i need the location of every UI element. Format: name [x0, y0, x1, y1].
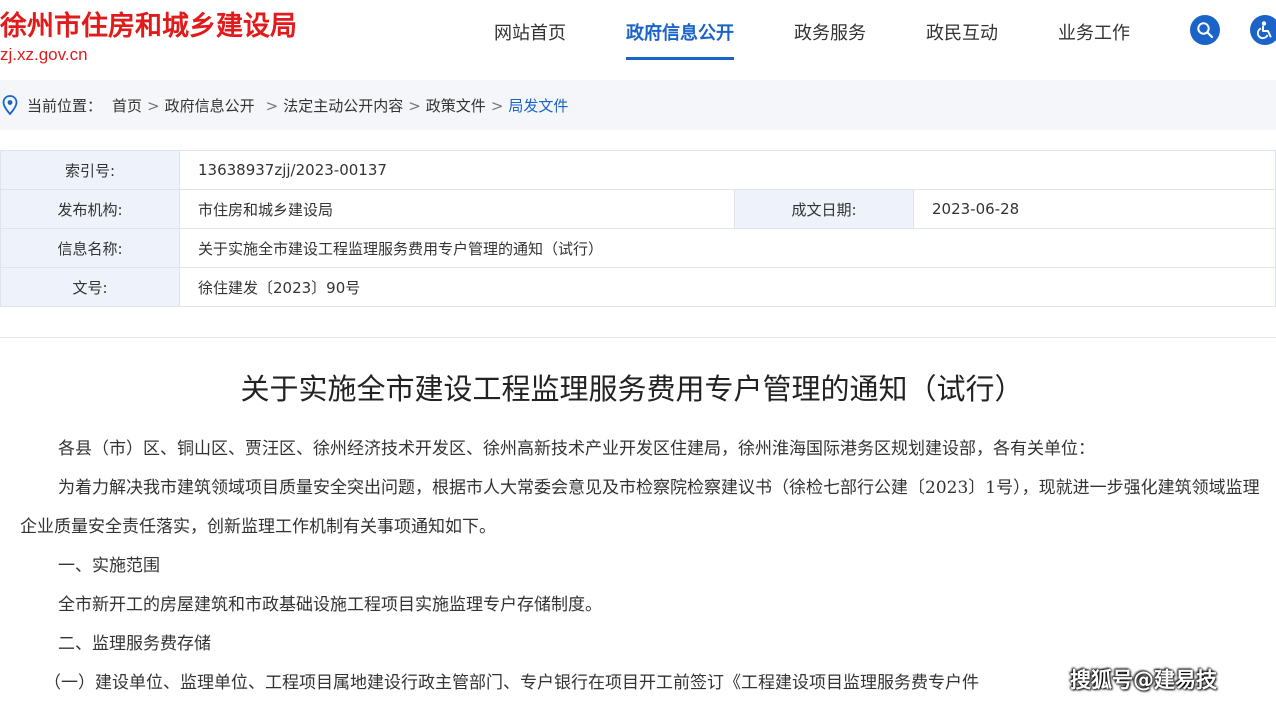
breadcrumb: 当前位置： 首页 > 政府信息公开 > 法定主动公开内容 > 政策文件 > 局发文件	[0, 80, 1276, 130]
nav-services[interactable]: 政务服务	[794, 19, 866, 45]
breadcrumb-legal-disclosure[interactable]: 法定主动公开内容	[283, 97, 403, 115]
accessibility-button[interactable]	[1250, 15, 1276, 45]
date-value: 2023-06-28	[913, 189, 1276, 229]
index-value: 13638937zjj/2023-00137	[179, 150, 1276, 190]
article-paragraph: 二、监理服务费存储	[58, 634, 211, 654]
article-paragraph: 一、实施范围	[58, 556, 160, 576]
breadcrumb-separator: >	[408, 97, 421, 115]
breadcrumb-prefix: 当前位置：	[27, 97, 103, 115]
search-icon	[1197, 22, 1214, 39]
article-paragraph-text: （一）建设单位、监理单位、工程项目属地建设行政主管部门、专户银行在项目开工前签订…	[44, 673, 962, 693]
article-body: 各县（市）区、铜山区、贾汪区、徐州经济技术开发区、徐州高新技术产业开发区住建局，…	[20, 430, 1260, 703]
table-row: 发布机构: 市住房和城乡建设局 成文日期: 2023-06-28	[0, 189, 1276, 229]
article-paragraph-tail: 件	[962, 673, 979, 693]
breadcrumb-home[interactable]: 首页	[112, 97, 142, 115]
breadcrumb-separator: >	[265, 97, 279, 115]
site-header: 徐州市住房和城乡建设局 zj.xz.gov.cn 网站首页 政府信息公开 政务服…	[0, 0, 1276, 80]
divider	[0, 337, 1276, 338]
publisher-value: 市住房和城乡建设局	[179, 189, 735, 229]
docno-value: 徐住建发〔2023〕90号	[179, 267, 1276, 307]
name-value: 关于实施全市建设工程监理服务费用专户管理的通知（试行）	[179, 228, 1276, 268]
source-watermark: 搜狐号@建易技	[1070, 668, 1217, 692]
breadcrumb-policy-docs[interactable]: 政策文件	[426, 97, 486, 115]
article-paragraph: 为着力解决我市建筑领域项目质量安全突出问题，根据市人大常委会意见及市检察院检察建…	[20, 478, 1260, 537]
nav-gov-info[interactable]: 政府信息公开	[626, 19, 734, 45]
accessibility-icon	[1256, 21, 1272, 40]
date-label: 成文日期:	[734, 189, 914, 229]
table-row: 信息名称: 关于实施全市建设工程监理服务费用专户管理的通知（试行）	[0, 228, 1276, 268]
nav-active-indicator	[626, 57, 734, 60]
table-row: 文号: 徐住建发〔2023〕90号	[0, 267, 1276, 307]
site-url[interactable]: zj.xz.gov.cn	[0, 45, 88, 65]
name-label: 信息名称:	[0, 228, 180, 268]
article-paragraph: 全市新开工的房屋建筑和市政基础设施工程项目实施监理专户存储制度。	[58, 595, 602, 615]
document-meta-table: 索引号: 13638937zjj/2023-00137 发布机构: 市住房和城乡…	[0, 150, 1276, 307]
nav-interaction[interactable]: 政民互动	[926, 19, 998, 45]
article-paragraph: 各县（市）区、铜山区、贾汪区、徐州经济技术开发区、徐州高新技术产业开发区住建局，…	[58, 439, 1095, 459]
publisher-label: 发布机构:	[0, 189, 180, 229]
table-row: 索引号: 13638937zjj/2023-00137	[0, 150, 1276, 190]
breadcrumb-gov-info[interactable]: 政府信息公开	[165, 97, 255, 115]
breadcrumb-separator: >	[147, 97, 160, 115]
docno-label: 文号:	[0, 267, 180, 307]
site-title[interactable]: 徐州市住房和城乡建设局	[0, 4, 297, 43]
location-pin-icon	[2, 95, 18, 115]
breadcrumb-separator: >	[490, 97, 504, 115]
nav-home[interactable]: 网站首页	[494, 19, 566, 45]
breadcrumb-bureau-docs[interactable]: 局发文件	[508, 97, 568, 115]
index-label: 索引号:	[0, 150, 180, 190]
search-button[interactable]	[1190, 15, 1220, 45]
article-title: 关于实施全市建设工程监理服务费用专户管理的通知（试行）	[240, 372, 1024, 406]
nav-business[interactable]: 业务工作	[1058, 19, 1130, 45]
